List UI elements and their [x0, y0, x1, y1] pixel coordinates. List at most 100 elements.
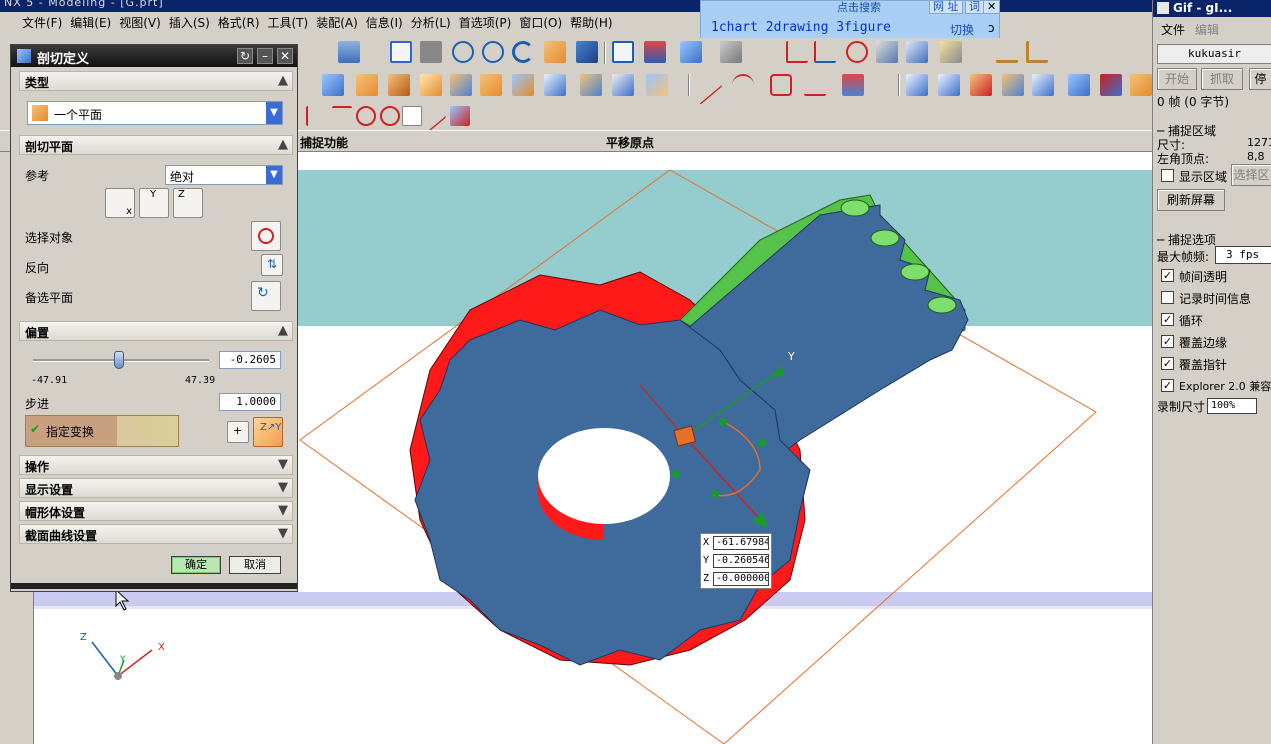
- dialog-title: 剖切定义: [37, 52, 90, 67]
- section-type-label: 类型: [25, 76, 50, 90]
- record-size-label: 录制尺寸: [1157, 400, 1206, 414]
- record-size-value: 100%: [1211, 400, 1236, 411]
- opt-loop-checkbox[interactable]: ✓: [1161, 313, 1174, 326]
- reverse-button[interactable]: ⇅: [261, 254, 283, 276]
- section-cap-label: 帽形体设置: [25, 506, 86, 520]
- minimize-icon[interactable]: –: [257, 48, 273, 64]
- plane-y-button[interactable]: Y: [139, 188, 169, 218]
- ok-button[interactable]: 确定: [171, 556, 221, 574]
- select-region-button[interactable]: 选择区: [1231, 164, 1271, 186]
- gif-grab-button[interactable]: 抓取: [1201, 68, 1243, 90]
- max-fps-label: 最大帧频:: [1157, 250, 1210, 264]
- size-value: 1271: [1247, 136, 1271, 149]
- section-display-header[interactable]: 显示设置 ▼: [19, 478, 293, 498]
- expand-icon[interactable]: ▼: [278, 503, 288, 518]
- coordinate-readout: X -61.67984 Y -0.260546 Z -0.000000: [700, 533, 772, 589]
- specify-transform-label: 指定变换: [46, 425, 95, 439]
- opt-explorer-checkbox[interactable]: ✓: [1161, 379, 1174, 392]
- offset-slider-thumb[interactable]: [114, 351, 125, 369]
- z-label: Z: [703, 573, 710, 584]
- expand-icon[interactable]: ▼: [278, 457, 288, 472]
- slider-min-label: -47.91: [31, 375, 68, 386]
- step-value-field[interactable]: 1.0000: [219, 393, 281, 411]
- select-object-label: 选择对象: [25, 231, 74, 245]
- opt-cover-border-checkbox[interactable]: ✓: [1161, 335, 1174, 348]
- section-clip-plane-header[interactable]: 剖切平面 ▲: [19, 135, 293, 155]
- gif-menu-edit[interactable]: 编辑: [1195, 21, 1219, 38]
- z-axis-icon: Z: [178, 189, 185, 200]
- collapse-icon[interactable]: ▲: [278, 73, 288, 88]
- triad-x-label: X: [158, 642, 165, 653]
- checkmark-icon: ✔: [30, 422, 41, 436]
- y-label: Y: [703, 555, 710, 566]
- step-label: 步进: [25, 397, 50, 411]
- opt-record-time-checkbox[interactable]: [1161, 291, 1174, 304]
- reverse-label: 反向: [25, 261, 50, 275]
- plane-x-button[interactable]: x: [105, 188, 135, 218]
- gif-title-bar[interactable]: Gif - gI...: [1153, 0, 1271, 17]
- mouse-cursor-icon: [115, 588, 130, 611]
- alternate-plane-label: 备选平面: [25, 291, 74, 305]
- gif-start-button[interactable]: 开始: [1157, 68, 1197, 90]
- gif-menu-file[interactable]: 文件: [1161, 21, 1185, 38]
- x-coordinate-field[interactable]: -61.67984: [713, 536, 769, 550]
- select-object-button[interactable]: [251, 221, 281, 251]
- expand-icon[interactable]: ▼: [278, 480, 288, 495]
- csys-button[interactable]: Z↗Y: [253, 417, 283, 447]
- opt-cover-cursor-checkbox[interactable]: ✓: [1161, 357, 1174, 370]
- cancel-button[interactable]: 取消: [229, 556, 281, 574]
- plus-icon: +: [233, 424, 243, 437]
- collapse-icon[interactable]: ▲: [278, 137, 288, 152]
- alternate-plane-button[interactable]: ↻: [251, 281, 281, 311]
- max-fps-select[interactable]: 3 fps: [1215, 246, 1271, 264]
- show-region-label: 显示区域: [1179, 170, 1228, 184]
- section-cap-header[interactable]: 帽形体设置 ▼: [19, 501, 293, 521]
- refresh-screen-button[interactable]: 刷新屏幕: [1157, 189, 1225, 211]
- opt-transparent-label: 帧间透明: [1179, 270, 1228, 284]
- y-coordinate-field[interactable]: -0.260546: [713, 554, 769, 568]
- plane-z-button[interactable]: Z: [173, 188, 203, 218]
- triad-z-label: Z: [80, 632, 87, 643]
- handle-y-label: Y: [787, 350, 795, 363]
- section-type-header[interactable]: 类型 ▲: [19, 71, 293, 91]
- gif-recorder-panel: Gif - gI... 文件 编辑 kukuasir 开始 抓取 停 0 帧 (…: [1152, 0, 1271, 744]
- section-offset-header[interactable]: 偏置 ▲: [19, 321, 293, 341]
- gif-app-icon: [1157, 2, 1169, 14]
- opt-record-time-label: 记录时间信息: [1179, 292, 1252, 306]
- section-curve-header[interactable]: 截面曲线设置 ▼: [19, 524, 293, 544]
- dialog-icon: [17, 49, 31, 63]
- x-axis-icon: x: [126, 206, 132, 217]
- expand-icon[interactable]: ▼: [278, 526, 288, 541]
- type-value: 一个平面: [54, 108, 103, 122]
- reference-select[interactable]: 绝对 ▼: [165, 165, 283, 185]
- crosshair-icon: [258, 228, 274, 244]
- section-clip-plane-label: 剖切平面: [25, 140, 74, 154]
- reset-icon[interactable]: ↻: [237, 48, 253, 64]
- section-curve-label: 截面曲线设置: [25, 529, 98, 543]
- opt-transparent-checkbox[interactable]: ✓: [1161, 269, 1174, 282]
- section-operations-header[interactable]: 操作 ▼: [19, 455, 293, 475]
- offset-value-field[interactable]: -0.2605: [219, 351, 281, 369]
- reference-value: 绝对: [170, 170, 195, 184]
- opt-cover-cursor-label: 覆盖指针: [1179, 358, 1228, 372]
- view-triad: Z X Y: [80, 632, 165, 680]
- dialog-title-bar[interactable]: 剖切定义 ↻ – ✕: [11, 45, 297, 67]
- section-dialog: 剖切定义 ↻ – ✕ 类型 ▲ 一个平面 ▼ 剖切平面 ▲ 参考 绝对 ▼ x …: [10, 44, 298, 592]
- transform-point-button[interactable]: +: [227, 421, 249, 443]
- type-select[interactable]: 一个平面 ▼: [27, 101, 283, 125]
- gif-stop-button[interactable]: 停: [1249, 68, 1271, 90]
- chevron-down-icon[interactable]: ▼: [266, 102, 282, 124]
- gif-title: Gif - gI...: [1173, 1, 1233, 15]
- chevron-down-icon[interactable]: ▼: [266, 166, 282, 184]
- specify-transform-row[interactable]: ✔ 指定变换: [25, 415, 179, 447]
- show-region-checkbox[interactable]: [1161, 169, 1174, 182]
- collapse-icon[interactable]: ▲: [278, 323, 288, 338]
- close-icon[interactable]: ✕: [277, 48, 293, 64]
- gif-user-field[interactable]: kukuasir: [1157, 44, 1271, 64]
- opt-loop-label: 循环: [1179, 314, 1204, 328]
- opt-cover-border-label: 覆盖边缘: [1179, 336, 1228, 350]
- cycle-icon: ↻: [257, 285, 269, 301]
- section-offset-label: 偏置: [25, 326, 50, 340]
- z-coordinate-field[interactable]: -0.000000: [713, 572, 769, 586]
- record-size-select[interactable]: 100%: [1207, 398, 1257, 414]
